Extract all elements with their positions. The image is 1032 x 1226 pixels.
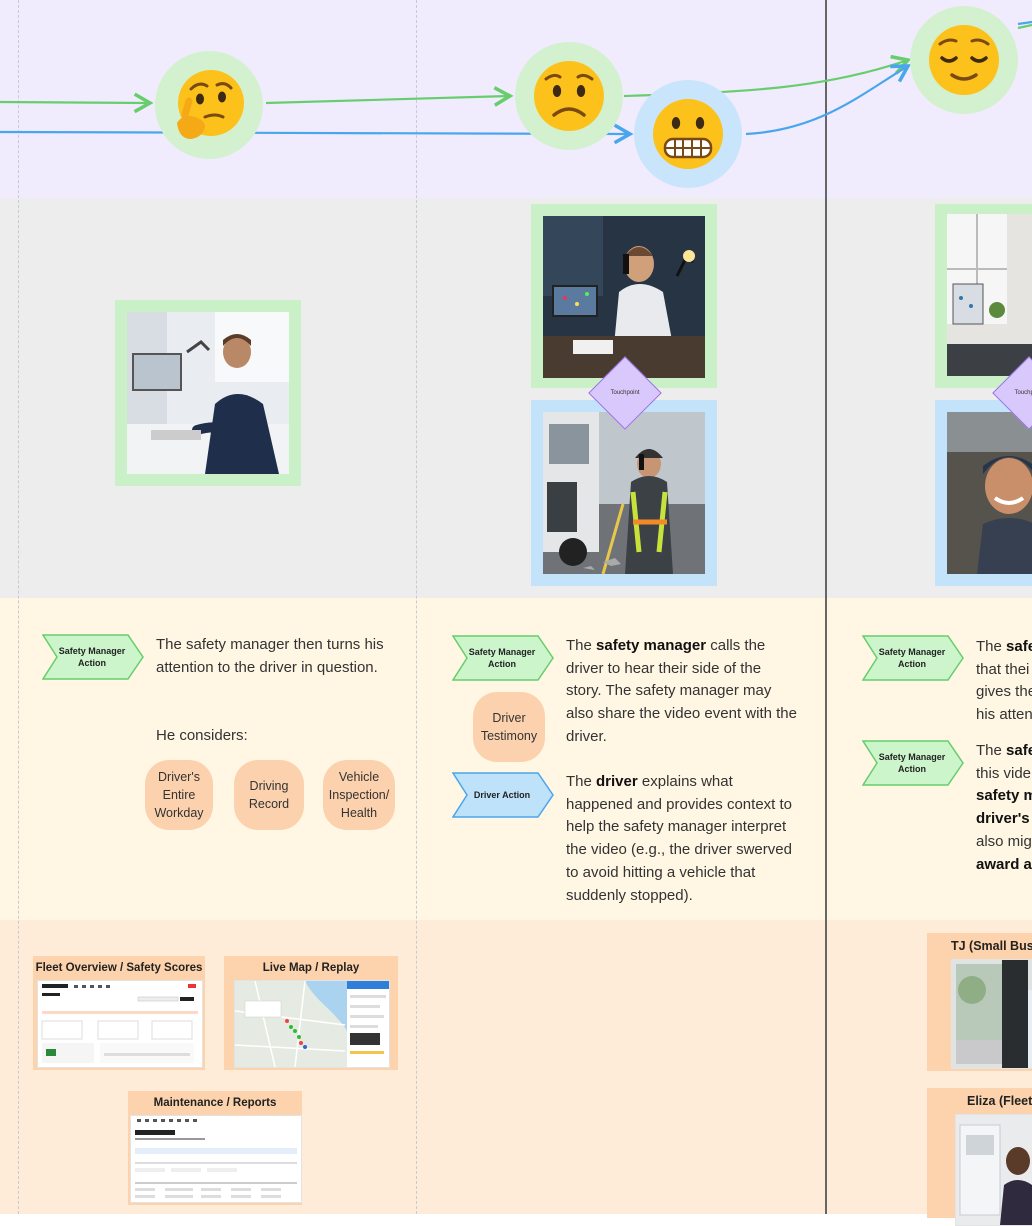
- screen-maintenance: Maintenance / Reports: [128, 1091, 302, 1205]
- green-emotion-line: [1017, 23, 1032, 30]
- pill-drivers-workday: Driver's Entire Workday: [145, 760, 213, 830]
- column1-considers: He considers:: [156, 727, 248, 744]
- chevron-label: Safety Manager Action: [878, 647, 946, 669]
- fleet-overview-screenshot: [37, 980, 203, 1068]
- pill-vehicle-health: Vehicle Inspection/ Health: [323, 760, 395, 830]
- blue-emotion-line: [1017, 20, 1032, 26]
- emotion-thinking: [155, 51, 263, 159]
- blue-emotion-line: [745, 64, 912, 136]
- chevron-label: Safety Manager Action: [468, 647, 536, 669]
- persona-eliza-photo: [955, 1114, 1032, 1226]
- pill-driving-record: Driving Record: [234, 760, 304, 830]
- chevron-label: Safety Manager Action: [878, 752, 946, 774]
- persona-name: TJ (Small Bus: [951, 939, 1032, 953]
- column1-text: The safety manager then turns his attent…: [156, 634, 388, 679]
- persona-tj-photo: [951, 959, 1032, 1069]
- bold-safety-manager: safety manager: [596, 637, 707, 654]
- grimacing-face-icon: [653, 99, 723, 169]
- emotion-relieved: [910, 6, 1018, 114]
- emotion-grimacing: [634, 80, 742, 188]
- chevron-label: Driver Action: [473, 790, 531, 800]
- photo-safety-manager-office: [935, 204, 1032, 388]
- driver-at-accident-image: [543, 412, 705, 574]
- relieved-face-icon: [929, 25, 999, 95]
- worried-face-icon: [534, 61, 604, 131]
- man-at-desk-image: [127, 312, 289, 474]
- chevron-driver-action: Driver Action: [452, 772, 554, 818]
- thinking-face-icon: [177, 70, 244, 139]
- green-emotion-line: [265, 86, 514, 107]
- persona-eliza: Eliza (Fleet: [927, 1088, 1032, 1226]
- column3-text-1: The safe that thei gives the his atten: [976, 638, 1032, 724]
- screen-live-map: Live Map / Replay: [224, 956, 398, 1070]
- screen-fleet-overview: Fleet Overview / Safety Scores: [33, 956, 205, 1070]
- screen-title: Fleet Overview / Safety Scores: [35, 962, 203, 974]
- photo-driver-smiling: [935, 400, 1032, 586]
- chevron-safety-manager-action: Safety Manager Action: [42, 634, 144, 680]
- pill-driver-testimony: Driver Testimony: [473, 692, 545, 762]
- column2-manager-text: The safety manager calls the driver to h…: [566, 637, 797, 745]
- photo-safety-manager-desk: [115, 300, 301, 486]
- screen-title: Maintenance / Reports: [153, 1097, 277, 1109]
- green-emotion-line: [0, 92, 154, 114]
- smiling-driver-image: [947, 412, 1032, 574]
- bold-driver: driver: [596, 773, 638, 790]
- column1-description: The safety manager then turns his attent…: [156, 636, 384, 676]
- chevron-label: Safety Manager Action: [58, 646, 126, 668]
- chevron-safety-manager-action: Safety Manager Action: [452, 635, 554, 681]
- screen-title: Live Map / Replay: [262, 962, 360, 974]
- column3-text-2: The safe this vide safety m driver's als…: [976, 742, 1032, 873]
- emotion-worried: [515, 42, 623, 150]
- live-map-screenshot: [234, 980, 390, 1068]
- manager-on-phone-image: [543, 216, 705, 378]
- touchpoint-label: Touchpoint: [610, 390, 640, 396]
- persona-name: Eliza (Fleet: [967, 1094, 1032, 1108]
- touchpoint-label: Touchpoint: [1014, 390, 1032, 396]
- chevron-safety-manager-action: Safety Manager Action: [862, 635, 964, 681]
- maintenance-screenshot: [130, 1115, 302, 1203]
- column2-driver-text: The driver explains what happened and pr…: [566, 773, 793, 904]
- persona-tj: TJ (Small Bus: [927, 933, 1032, 1071]
- chevron-safety-manager-action: Safety Manager Action: [862, 740, 964, 786]
- office-window-image: [947, 214, 1032, 376]
